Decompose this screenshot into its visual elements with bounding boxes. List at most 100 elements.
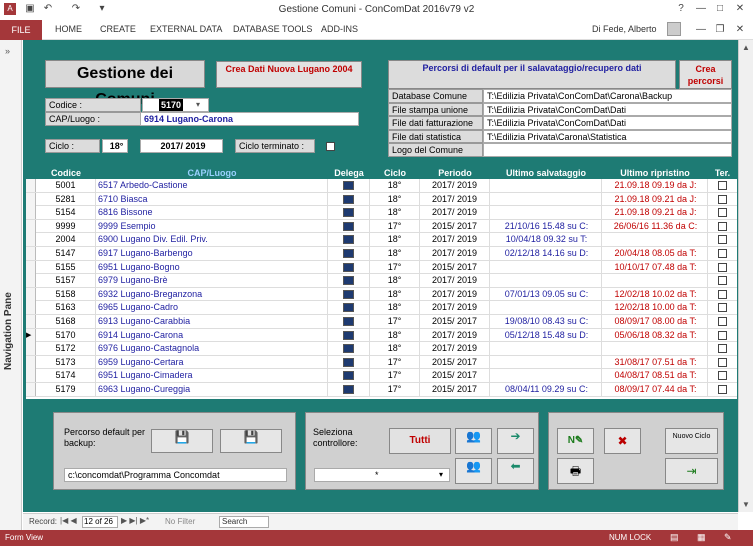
cap-field[interactable]: 6914 Lugano-Carona [140, 112, 359, 126]
tab-external-data[interactable]: EXTERNAL DATA [150, 24, 222, 34]
table-row[interactable]: 5281 6710 Biasca 18° 2017/ 2019 21.09.18 09.… [26, 192, 737, 207]
delega-button[interactable] [328, 179, 370, 192]
cell-ripristino[interactable]: 21.09.18 09.21 da J: [604, 192, 708, 206]
cell-ripristino[interactable] [604, 274, 708, 288]
cell-periodo[interactable]: 2017/ 2019 [420, 247, 490, 260]
export-button[interactable]: ➔ [497, 428, 534, 454]
cell-codice[interactable]: 5172 [36, 342, 96, 356]
row-selector[interactable] [26, 233, 36, 247]
row-selector[interactable] [26, 383, 36, 396]
cell-ciclo[interactable]: 18° [370, 233, 420, 247]
cell-cap[interactable]: 6517 Arbedo-Castione [98, 179, 328, 192]
cell-periodo[interactable]: 2017/ 2019 [420, 233, 490, 247]
cell-ciclo[interactable]: 18° [370, 342, 420, 356]
table-row[interactable]: 5001 6517 Arbedo-Castione 18° 2017/ 2019 21.… [26, 179, 737, 193]
cell-codice[interactable]: 5163 [36, 301, 96, 315]
crea-percorsi-button[interactable]: Crea percorsi [679, 60, 732, 89]
header-codice[interactable]: Codice [36, 167, 96, 179]
cell-ripristino[interactable]: 20/04/18 08.05 da T: [604, 247, 708, 260]
terminato-checkbox[interactable] [326, 142, 335, 151]
header-ultimo-salvataggio[interactable]: Ultimo salvataggio [490, 167, 602, 179]
scroll-down-icon[interactable]: ▼ [742, 500, 750, 509]
cell-cap[interactable]: 6913 Lugano-Carabbia [98, 315, 328, 328]
header-ter[interactable]: Ter. [708, 167, 737, 179]
cell-salvataggio[interactable]: 21/10/16 15.48 su C: [492, 219, 602, 233]
cell-salvataggio[interactable] [492, 274, 602, 288]
tab-home[interactable]: HOME [55, 24, 82, 34]
ter-checkbox[interactable] [718, 276, 727, 286]
cell-periodo[interactable]: 2017/ 2019 [420, 342, 490, 356]
header-ultimo-ripristino[interactable]: Ultimo ripristino [602, 167, 708, 179]
table-row[interactable]: 5174 6951 Lugano-Cimadera 17° 2015/ 2017 04/… [26, 369, 737, 383]
table-row[interactable]: 5173 6959 Lugano-Certara 17° 2015/ 2017 31/0… [26, 355, 737, 370]
cell-salvataggio[interactable]: 07/01/13 09.05 su C: [492, 287, 602, 301]
cell-periodo[interactable]: 2017/ 2019 [420, 287, 490, 301]
table-row[interactable]: ▶ 5170 6914 Lugano-Carona 18° 2017/ 2019 05/1… [26, 328, 737, 343]
cell-codice[interactable]: 5168 [36, 315, 96, 328]
cell-ripristino[interactable]: 05/06/18 08.32 da T: [604, 328, 708, 342]
header-cap[interactable]: CAP/Luogo [96, 167, 328, 179]
delega-button[interactable] [328, 192, 370, 206]
header-delega[interactable]: Delega [328, 167, 370, 179]
cell-ciclo[interactable]: 18° [370, 247, 420, 260]
cell-ciclo[interactable]: 17° [370, 260, 420, 274]
row-selector[interactable] [26, 247, 36, 260]
cell-codice[interactable]: 5155 [36, 260, 96, 274]
path-value[interactable] [483, 143, 732, 157]
ter-checkbox[interactable] [718, 385, 727, 394]
ter-checkbox[interactable] [718, 262, 727, 272]
cell-codice[interactable]: 2004 [36, 233, 96, 247]
cell-ripristino[interactable]: 21.09.18 09.21 da J: [604, 206, 708, 220]
cell-cap[interactable]: 6965 Lugano-Cadro [98, 301, 328, 315]
delega-button[interactable] [328, 233, 370, 247]
cell-ripristino[interactable]: 12/02/18 10.02 da T: [604, 287, 708, 301]
cell-ripristino[interactable]: 26/06/16 11.36 da C: [604, 219, 708, 233]
header-periodo[interactable]: Periodo [420, 167, 490, 179]
row-selector[interactable] [26, 192, 36, 206]
delega-button[interactable] [328, 355, 370, 369]
cell-ripristino[interactable] [604, 342, 708, 356]
tutti-button[interactable]: Tutti [389, 428, 451, 454]
cell-ciclo[interactable]: 18° [370, 328, 420, 342]
first-record-icon[interactable]: |◀ ◀ [60, 516, 77, 525]
minimize-icon[interactable]: — [695, 3, 707, 15]
ter-checkbox[interactable] [718, 344, 727, 354]
cell-salvataggio[interactable]: 02/12/18 14.16 su D: [492, 247, 602, 260]
controller-combo[interactable]: * ▾ [314, 468, 450, 482]
doc-close-icon[interactable]: ✕ [734, 24, 746, 36]
cell-periodo[interactable]: 2015/ 2017 [420, 369, 490, 383]
delega-button[interactable] [328, 342, 370, 356]
row-selector[interactable] [26, 287, 36, 301]
cell-periodo[interactable]: 2017/ 2019 [420, 206, 490, 220]
cell-salvataggio[interactable]: 10/04/18 09.32 su T: [492, 233, 602, 247]
row-selector[interactable] [26, 301, 36, 315]
backup-all-button[interactable]: 💾 [151, 429, 213, 453]
cell-cap[interactable]: 6900 Lugano Div. Edil. Priv. [98, 233, 328, 247]
datasheet-view-icon[interactable]: ▦ [697, 532, 706, 543]
cell-codice[interactable]: 5154 [36, 206, 96, 220]
cell-ciclo[interactable]: 17° [370, 355, 420, 369]
ter-checkbox[interactable] [718, 303, 727, 313]
path-value[interactable]: T:\Edilizia Privata\ConComDat\Dati [483, 116, 732, 130]
avatar[interactable] [667, 22, 681, 36]
import-button[interactable]: ⬅ [497, 458, 534, 484]
cell-periodo[interactable]: 2017/ 2019 [420, 301, 490, 315]
header-ciclo[interactable]: Ciclo [370, 167, 420, 179]
delega-button[interactable] [328, 328, 370, 342]
ter-checkbox[interactable] [718, 289, 727, 299]
cell-salvataggio[interactable]: 08/04/11 09.29 su C: [492, 383, 602, 396]
cell-cap[interactable]: 6932 Lugano-Breganzona [98, 287, 328, 301]
cell-periodo[interactable]: 2015/ 2017 [420, 219, 490, 233]
delega-button[interactable] [328, 315, 370, 328]
delega-button[interactable] [328, 247, 370, 260]
row-selector[interactable] [26, 274, 36, 288]
cell-ripristino[interactable]: 12/02/18 10.00 da T: [604, 301, 708, 315]
cell-ripristino[interactable]: 21.09.18 09.19 da J: [604, 179, 708, 192]
cell-cap[interactable]: 9999 Esempio [98, 219, 328, 233]
cell-cap[interactable]: 6976 Lugano-Castagnola [98, 342, 328, 356]
restore-icon[interactable]: ❐ [714, 24, 726, 36]
cell-ciclo[interactable]: 17° [370, 369, 420, 383]
table-row[interactable]: 5155 6951 Lugano-Bogno 17° 2015/ 2017 10/10/… [26, 260, 737, 275]
cell-salvataggio[interactable] [492, 260, 602, 274]
file-tab[interactable]: FILE [0, 20, 42, 40]
